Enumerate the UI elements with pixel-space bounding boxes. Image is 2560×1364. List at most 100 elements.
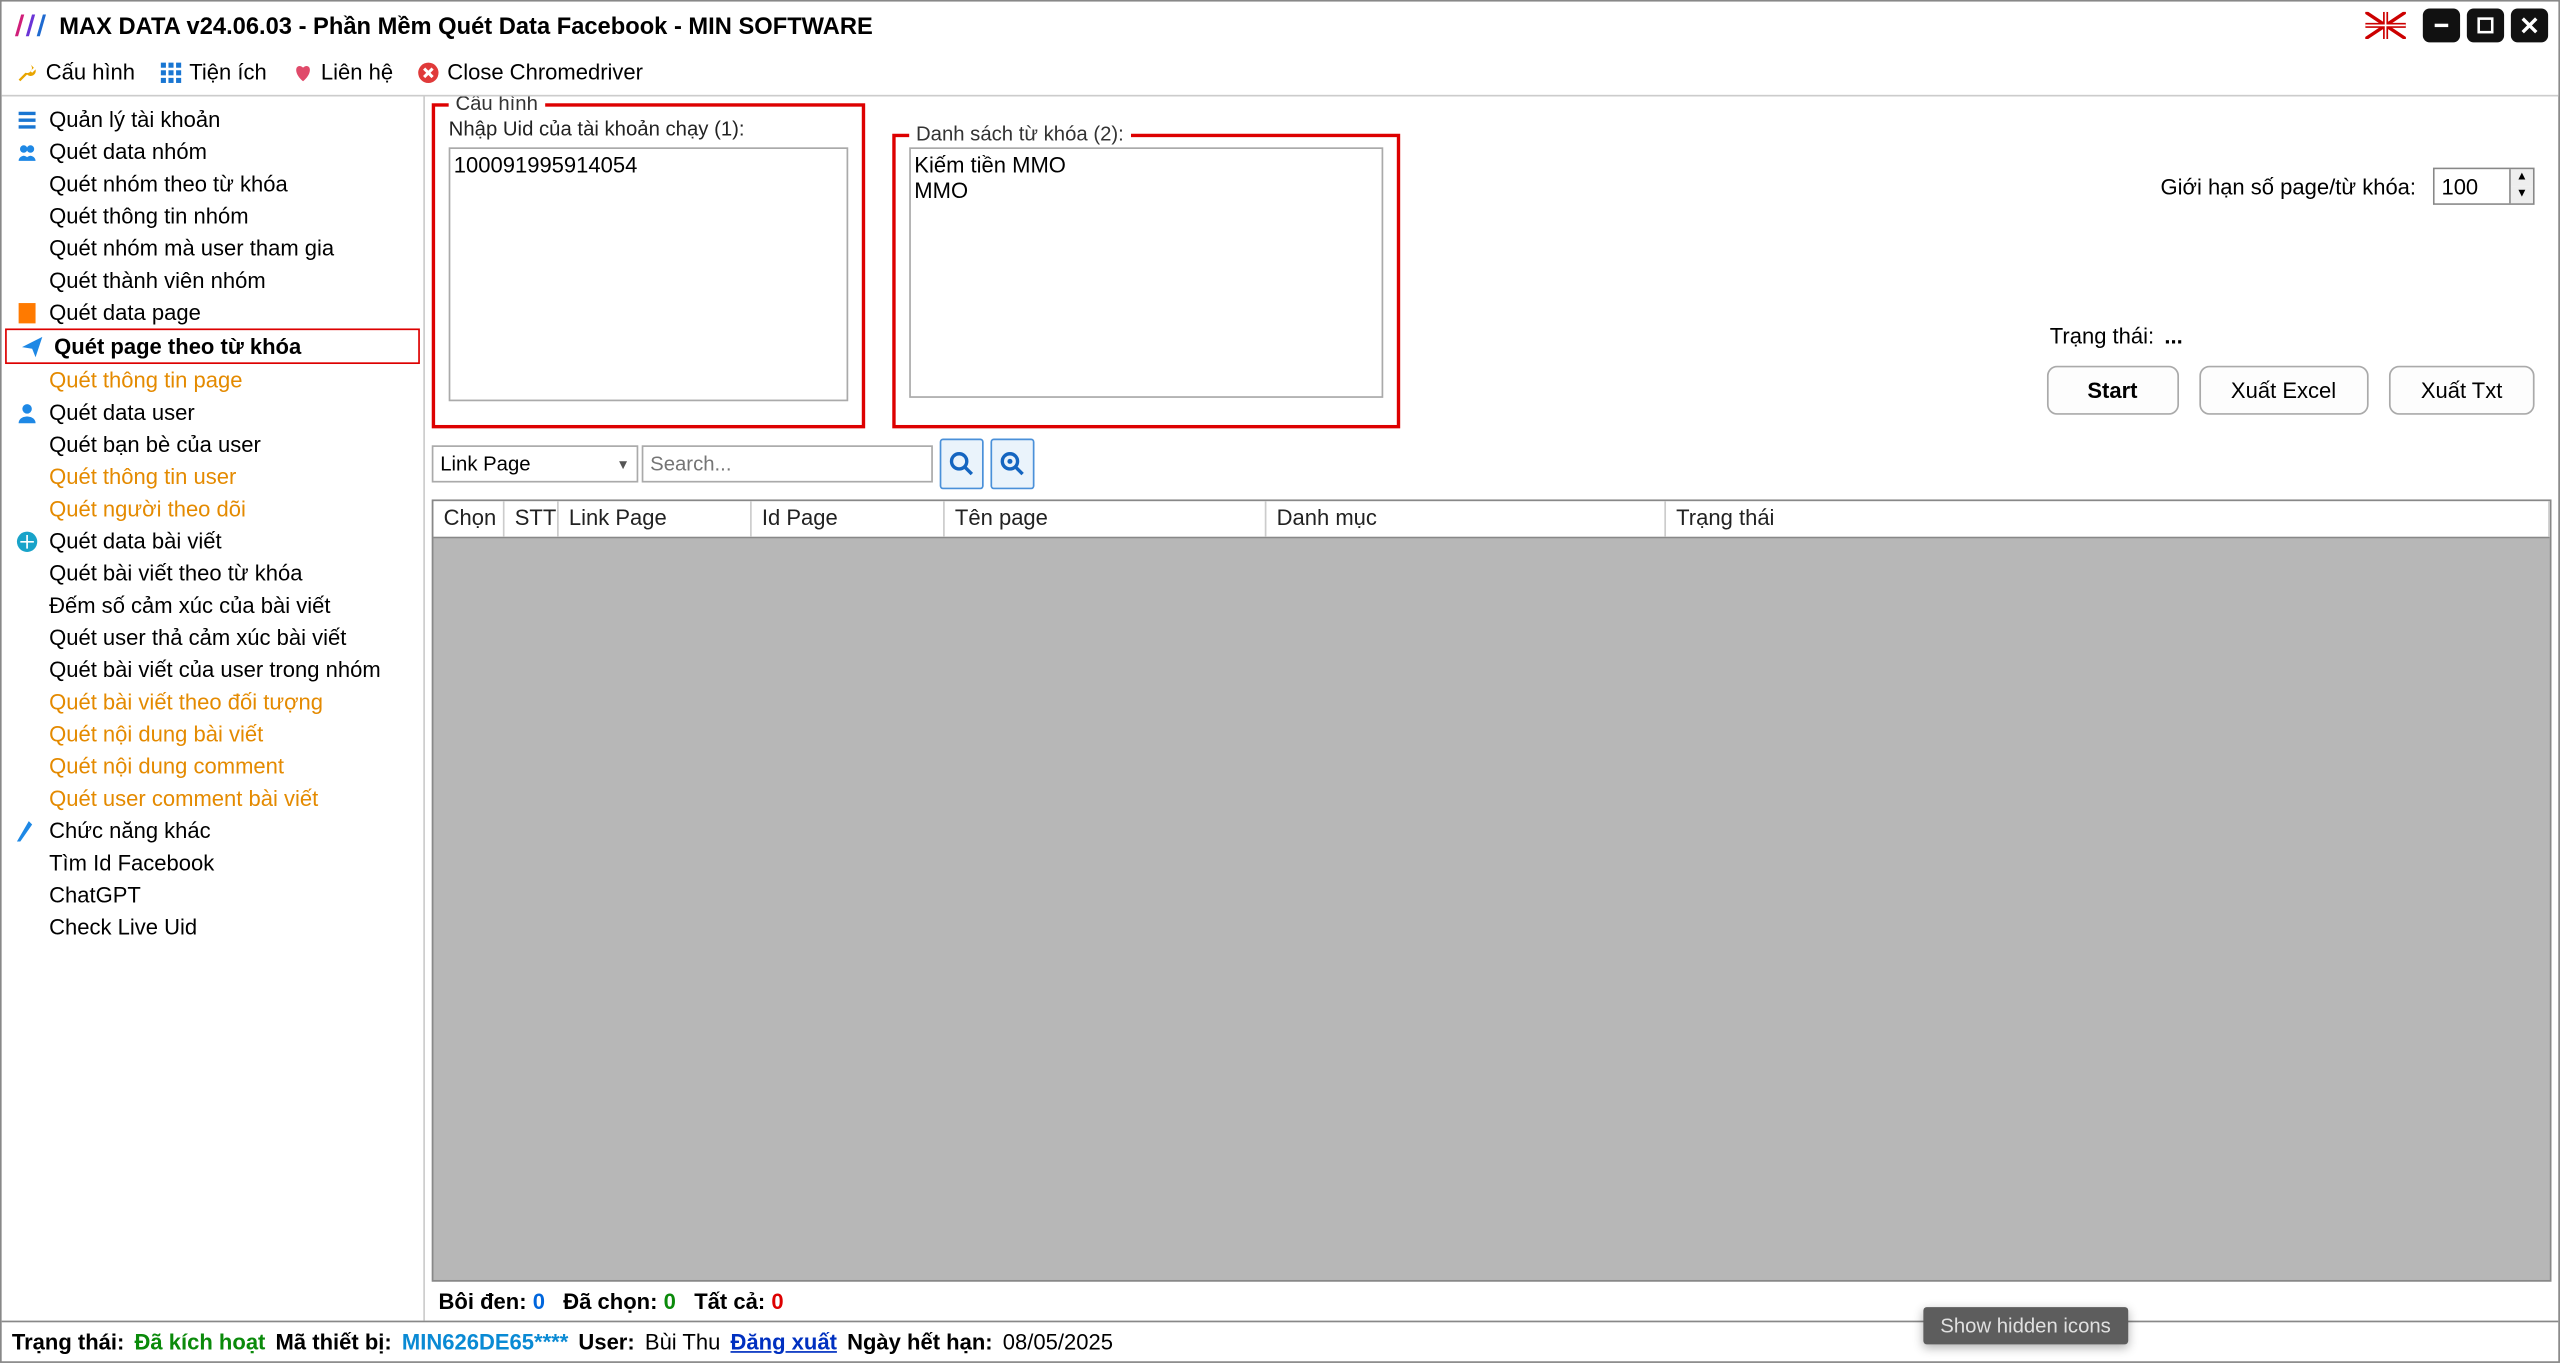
- col-danhmuc[interactable]: Danh mục: [1266, 501, 1666, 537]
- limit-label: Giới hạn số page/từ khóa:: [2161, 174, 2417, 199]
- sidebar-item-7[interactable]: Quét page theo từ khóa: [5, 328, 420, 364]
- menu-tienich[interactable]: Tiện ích: [159, 59, 267, 84]
- sidebar-item-label: Đếm số cảm xúc của bài viết: [49, 593, 330, 618]
- keyword-input[interactable]: [909, 147, 1383, 398]
- search-field-combo[interactable]: Link Page ▼: [432, 445, 639, 482]
- limit-input[interactable]: ▲▼: [2433, 168, 2535, 205]
- sidebar-item-label: Quét nội dung comment: [49, 753, 284, 778]
- language-flag-icon[interactable]: [2365, 12, 2406, 39]
- col-tenpage[interactable]: Tên page: [945, 501, 1267, 537]
- menubar: Cấu hình Tiện ích Liên hệ Close Chromedr…: [2, 49, 2559, 96]
- sidebar-item-2[interactable]: Quét nhóm theo từ khóa: [2, 168, 424, 200]
- sidebar-item-label: Quét page theo từ khóa: [54, 334, 301, 359]
- statusbar: Trạng thái: Đã kích hoạt Mã thiết bị: MI…: [2, 1321, 2559, 1362]
- sidebar-item-20[interactable]: Quét nội dung comment: [2, 750, 424, 782]
- sidebar-item-15[interactable]: Đếm số cảm xúc của bài viết: [2, 589, 424, 621]
- close-button[interactable]: [2511, 8, 2548, 42]
- sidebar-item-9[interactable]: Quét data user: [2, 396, 424, 428]
- window-title: MAX DATA v24.06.03 - Phần Mềm Quét Data …: [59, 12, 2365, 39]
- menu-close-label: Close Chromedriver: [447, 59, 643, 84]
- export-excel-button[interactable]: Xuất Excel: [2199, 366, 2369, 415]
- start-button[interactable]: Start: [2046, 366, 2178, 415]
- sb-trangthai-value: Đã kích hoạt: [135, 1329, 266, 1354]
- sidebar-item-25[interactable]: Check Live Uid: [2, 911, 424, 943]
- sb-thietbi-label: Mã thiết bị:: [276, 1329, 392, 1354]
- sb-thietbi-value: MIN626DE65****: [402, 1329, 568, 1354]
- config-legend: Cấu hình: [449, 97, 545, 116]
- minimize-button[interactable]: [2423, 8, 2460, 42]
- col-chon[interactable]: Chọn: [433, 501, 504, 537]
- status-value: ...: [2164, 323, 2182, 348]
- sidebar-item-16[interactable]: Quét user thả cảm xúc bài viết: [2, 621, 424, 653]
- sb-expire-label: Ngày hết hạn:: [847, 1329, 993, 1354]
- sidebar-item-label: Quét thông tin user: [49, 464, 236, 489]
- sidebar-item-label: Quét data nhóm: [49, 139, 207, 164]
- chevron-down-icon: ▼: [616, 456, 629, 471]
- col-trangthai[interactable]: Trạng thái: [1666, 501, 2550, 537]
- sidebar-item-4[interactable]: Quét nhóm mà user tham gia: [2, 232, 424, 264]
- sidebar-item-5[interactable]: Quét thành viên nhóm: [2, 264, 424, 296]
- search-zoom-icon: [999, 450, 1026, 477]
- dachon-label: Đã chọn:: [563, 1288, 657, 1313]
- sidebar-item-14[interactable]: Quét bài viết theo từ khóa: [2, 557, 424, 589]
- uid-input[interactable]: [449, 147, 849, 401]
- tray-tooltip: Show hidden icons: [1923, 1307, 2127, 1344]
- sidebar-item-label: Quét user comment bài viết: [49, 786, 318, 811]
- footer-counts: Bôi đen: 0 Đã chọn: 0 Tất cả: 0: [425, 1282, 2558, 1321]
- sidebar-item-6[interactable]: Quét data page: [2, 296, 424, 328]
- menu-lienhe[interactable]: Liên hệ: [290, 59, 393, 84]
- search-button[interactable]: [940, 439, 984, 490]
- wrench-icon: [15, 60, 39, 84]
- sidebar-item-label: Quét người theo dõi: [49, 496, 246, 521]
- menu-close-chromedriver[interactable]: Close Chromedriver: [417, 59, 643, 84]
- sidebar-item-8[interactable]: Quét thông tin page: [2, 364, 424, 396]
- tatca-label: Tất cả:: [694, 1288, 765, 1313]
- sidebar-item-19[interactable]: Quét nội dung bài viết: [2, 718, 424, 750]
- search-zoom-button[interactable]: [990, 439, 1034, 490]
- logout-link[interactable]: Đăng xuất: [731, 1329, 837, 1354]
- sidebar-item-label: Quản lý tài khoản: [49, 107, 220, 132]
- sidebar-item-10[interactable]: Quét bạn bè của user: [2, 428, 424, 460]
- sidebar-item-3[interactable]: Quét thông tin nhóm: [2, 200, 424, 232]
- sidebar-item-24[interactable]: ChatGPT: [2, 879, 424, 911]
- sidebar-item-label: Chức năng khác: [49, 818, 211, 843]
- sidebar-item-11[interactable]: Quét thông tin user: [2, 461, 424, 493]
- sidebar-item-0[interactable]: Quản lý tài khoản: [2, 103, 424, 135]
- sidebar-item-label: Quét data user: [49, 400, 195, 425]
- sidebar-item-label: Quét bài viết theo đối tượng: [49, 689, 323, 714]
- limit-spinner[interactable]: ▲▼: [2509, 169, 2533, 203]
- sidebar-item-12[interactable]: Quét người theo dõi: [2, 493, 424, 525]
- col-idpage[interactable]: Id Page: [752, 501, 945, 537]
- col-linkpage[interactable]: Link Page: [559, 501, 752, 537]
- status-label: Trạng thái:: [2050, 323, 2154, 348]
- menu-cauhinh[interactable]: Cấu hình: [15, 59, 135, 84]
- sidebar-item-22[interactable]: Chức năng khác: [2, 814, 424, 846]
- sidebar-item-label: Check Live Uid: [49, 914, 197, 939]
- uid-fieldset: Cấu hình Nhập Uid của tài khoản chạy (1)…: [432, 103, 865, 428]
- sidebar-item-13[interactable]: Quét data bài viết: [2, 525, 424, 557]
- menu-tienich-label: Tiện ích: [189, 59, 266, 84]
- search-input[interactable]: [642, 445, 933, 482]
- sb-user-label: User:: [578, 1329, 634, 1354]
- grid-icon: [159, 60, 183, 84]
- export-txt-button[interactable]: Xuất Txt: [2389, 366, 2535, 415]
- sidebar: Quản lý tài khoản Quét data nhóm Quét nhóm…: [2, 97, 425, 1321]
- sidebar-item-label: Tìm Id Facebook: [49, 850, 214, 875]
- col-stt[interactable]: STT: [505, 501, 559, 537]
- results-grid[interactable]: Chọn STT Link Page Id Page Tên page Danh…: [432, 499, 2552, 1281]
- sidebar-item-label: Quét nội dung bài viết: [49, 721, 263, 746]
- sb-trangthai-label: Trạng thái:: [12, 1329, 125, 1354]
- app-window: MAX DATA v24.06.03 - Phần Mềm Quét Data …: [0, 0, 2560, 1363]
- sidebar-item-label: Quét bài viết theo từ khóa: [49, 560, 302, 585]
- sidebar-item-23[interactable]: Tìm Id Facebook: [2, 847, 424, 879]
- sidebar-item-label: ChatGPT: [49, 882, 141, 907]
- boiden-label: Bôi đen:: [439, 1288, 527, 1313]
- sidebar-item-17[interactable]: Quét bài viết của user trong nhóm: [2, 654, 424, 686]
- sidebar-item-21[interactable]: Quét user comment bài viết: [2, 782, 424, 814]
- boiden-value: 0: [533, 1288, 545, 1313]
- sidebar-item-18[interactable]: Quét bài viết theo đối tượng: [2, 686, 424, 718]
- maximize-button[interactable]: [2467, 8, 2504, 42]
- limit-value[interactable]: [2435, 169, 2509, 203]
- sidebar-item-1[interactable]: Quét data nhóm: [2, 135, 424, 167]
- main-panel: Cấu hình Nhập Uid của tài khoản chạy (1)…: [425, 97, 2558, 1321]
